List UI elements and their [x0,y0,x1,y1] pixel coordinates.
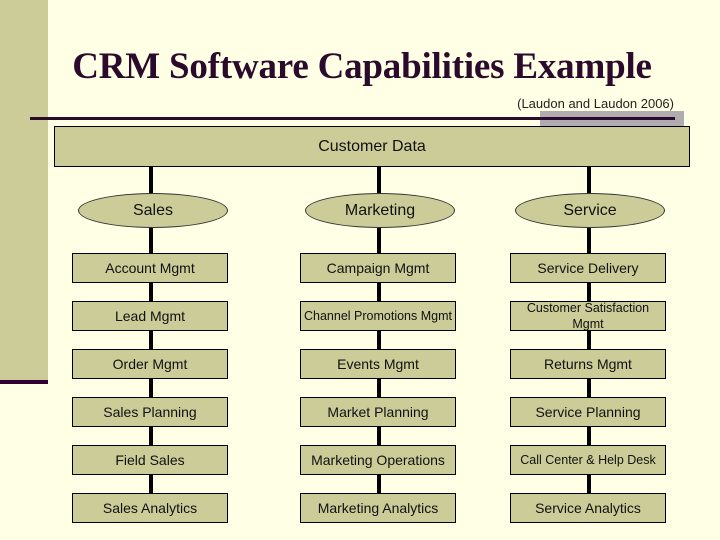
citation: (Laudon and Laudon 2006) [517,96,674,111]
capability-box: Service Delivery [510,253,666,283]
capability-box: Sales Analytics [72,493,228,523]
sidebar-divider [0,380,48,384]
capability-box: Field Sales [72,445,228,475]
capability-box: Service Planning [510,397,666,427]
capability-box: Sales Planning [72,397,228,427]
category-service: Service [515,193,665,228]
category-sales: Sales [78,193,228,228]
capability-box: Lead Mgmt [72,301,228,331]
capability-box: Call Center & Help Desk [510,445,666,475]
category-marketing: Marketing [305,193,455,228]
capability-box: Campaign Mgmt [300,253,456,283]
capability-box: Marketing Operations [300,445,456,475]
title-divider [30,117,675,120]
capability-box: Channel Promotions Mgmt [300,301,456,331]
capability-box: Events Mgmt [300,349,456,379]
capability-box: Customer Satisfaction Mgmt [510,301,666,331]
customer-data-box: Customer Data [54,126,690,167]
capability-box: Market Planning [300,397,456,427]
capability-box: Service Analytics [510,493,666,523]
capability-box: Returns Mgmt [510,349,666,379]
capability-box: Marketing Analytics [300,493,456,523]
capability-box: Order Mgmt [72,349,228,379]
slide-title: CRM Software Capabilities Example [72,46,652,87]
capability-box: Account Mgmt [72,253,228,283]
